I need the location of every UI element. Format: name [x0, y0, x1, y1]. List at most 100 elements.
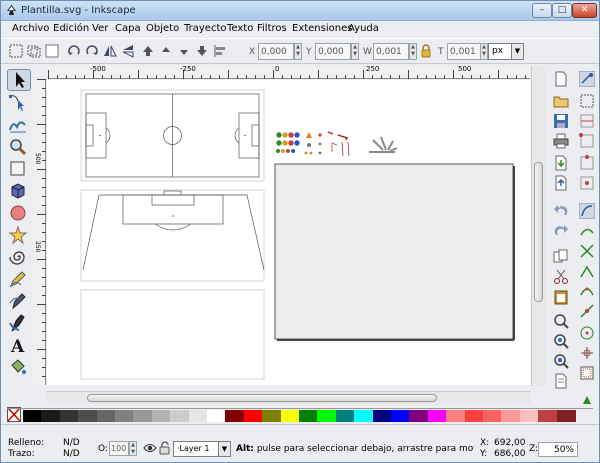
- menu-ayuda[interactable]: Ayuda: [348, 23, 379, 34]
- drawing-canvas[interactable]: [47, 80, 531, 385]
- field-perspective-view[interactable]: [80, 189, 265, 282]
- print-icon[interactable]: [553, 133, 569, 149]
- field-top-view[interactable]: [80, 89, 265, 182]
- cut-icon[interactable]: [553, 269, 569, 285]
- page-border[interactable]: [274, 163, 515, 341]
- menu-trayecto[interactable]: Trayecto: [184, 23, 227, 34]
- snap-center-icon[interactable]: [579, 175, 595, 191]
- color-swatch[interactable]: [446, 410, 466, 422]
- color-swatch[interactable]: [115, 410, 134, 422]
- align-icon[interactable]: [213, 44, 227, 58]
- height-input[interactable]: [447, 43, 481, 60]
- horizontal-scrollbar[interactable]: [47, 391, 531, 404]
- snap-toggle-icon[interactable]: [579, 71, 595, 87]
- x-spinner[interactable]: ▲ ▼: [294, 43, 302, 60]
- new-document-icon[interactable]: [553, 71, 569, 87]
- snap-object-center-icon[interactable]: [579, 325, 595, 341]
- 3d-box-tool[interactable]: [7, 181, 31, 203]
- color-swatch[interactable]: [538, 410, 558, 422]
- player-markers-group[interactable]: [276, 131, 350, 157]
- unit-select[interactable]: px ▼: [488, 43, 524, 60]
- opacity-input[interactable]: [109, 441, 129, 456]
- tweak-tool[interactable]: [7, 115, 31, 137]
- ellipse-tool[interactable]: [7, 203, 31, 225]
- deselect-icon[interactable]: [45, 44, 59, 58]
- y-input[interactable]: [315, 43, 351, 60]
- vertical-scroll-thumb[interactable]: [534, 162, 543, 302]
- color-swatch[interactable]: [317, 410, 337, 422]
- opacity-spinner[interactable]: ▲ ▼: [129, 441, 137, 456]
- lower-to-bottom-icon[interactable]: [195, 44, 209, 58]
- star-tool[interactable]: [7, 225, 31, 247]
- raise-icon[interactable]: [159, 44, 173, 58]
- blank-panel[interactable]: [80, 289, 265, 380]
- color-swatch[interactable]: [188, 410, 208, 422]
- color-swatch[interactable]: [59, 410, 79, 422]
- zoom-selection-icon[interactable]: [553, 313, 569, 329]
- color-swatch[interactable]: [372, 410, 392, 422]
- snap-paths-icon[interactable]: [579, 223, 595, 239]
- lower-icon[interactable]: [177, 44, 191, 58]
- snap-bbox-icon[interactable]: [579, 93, 595, 109]
- menu-objeto[interactable]: Objeto: [146, 23, 179, 34]
- undo-icon[interactable]: [553, 203, 569, 219]
- snap-rotation-center-icon[interactable]: [579, 345, 595, 361]
- import-icon[interactable]: [553, 155, 569, 171]
- width-input[interactable]: [373, 43, 409, 60]
- snap-cusp-icon[interactable]: [579, 263, 595, 279]
- node-tool[interactable]: [7, 92, 31, 114]
- eye-icon[interactable]: [143, 442, 157, 454]
- color-swatch[interactable]: [409, 410, 429, 422]
- maximize-button[interactable]: □: [552, 3, 572, 18]
- x-input[interactable]: [258, 43, 294, 60]
- menu-edicion[interactable]: Edición: [53, 23, 89, 34]
- vertical-scrollbar[interactable]: [531, 66, 545, 386]
- flip-vertical-icon[interactable]: [121, 44, 135, 58]
- menu-extensiones[interactable]: Extensiones: [292, 23, 352, 34]
- close-button[interactable]: ✕: [572, 3, 597, 18]
- bucket-tool[interactable]: [7, 357, 31, 379]
- raise-to-top-icon[interactable]: [141, 44, 155, 58]
- color-swatch[interactable]: [556, 410, 576, 422]
- selector-tool[interactable]: [7, 69, 31, 91]
- lock-icon[interactable]: [419, 44, 433, 58]
- height-spinner[interactable]: ▲ ▼: [480, 43, 488, 60]
- color-swatch[interactable]: [501, 410, 521, 422]
- select-all-icon[interactable]: [9, 44, 23, 58]
- snap-intersection-icon[interactable]: [579, 243, 595, 259]
- paste-icon[interactable]: [553, 289, 569, 305]
- zoom-input[interactable]: [538, 442, 578, 457]
- redo-icon[interactable]: [553, 223, 569, 239]
- zoom-drawing-icon[interactable]: [553, 333, 569, 349]
- y-spinner[interactable]: ▲ ▼: [351, 43, 359, 60]
- menu-archivo[interactable]: Archivo: [12, 23, 49, 34]
- color-swatch[interactable]: [354, 410, 374, 422]
- snap-bbox-corner-icon[interactable]: [579, 133, 595, 149]
- snap-midpoint-icon[interactable]: [579, 155, 595, 171]
- color-swatch[interactable]: [170, 410, 190, 422]
- select-all-layers-icon[interactable]: [27, 44, 41, 58]
- color-swatch[interactable]: [133, 410, 153, 422]
- save-icon[interactable]: [553, 113, 569, 129]
- rotate-cw-icon[interactable]: [85, 44, 99, 58]
- color-swatch[interactable]: [243, 410, 263, 422]
- pen-tool[interactable]: [7, 291, 31, 313]
- color-swatch[interactable]: [151, 410, 171, 422]
- width-spinner[interactable]: ▲ ▼: [409, 43, 417, 60]
- menu-ver[interactable]: Ver: [92, 23, 108, 34]
- color-swatch[interactable]: [391, 410, 410, 422]
- color-swatch[interactable]: [299, 410, 318, 422]
- rectangle-tool[interactable]: [7, 159, 31, 181]
- palette-menu-icon[interactable]: [581, 394, 593, 406]
- menu-capa[interactable]: Capa: [115, 23, 141, 34]
- document-properties-icon[interactable]: [553, 373, 569, 389]
- unlock-icon[interactable]: [159, 441, 170, 455]
- color-swatch[interactable]: [262, 410, 282, 422]
- horizontal-scroll-thumb[interactable]: [87, 394, 437, 402]
- color-swatch[interactable]: [78, 410, 98, 422]
- burst-lines-icon[interactable]: [369, 136, 398, 153]
- color-swatch[interactable]: [280, 410, 300, 422]
- export-icon[interactable]: [553, 175, 569, 191]
- menu-texto[interactable]: Texto: [227, 23, 253, 34]
- color-swatch[interactable]: [464, 410, 484, 422]
